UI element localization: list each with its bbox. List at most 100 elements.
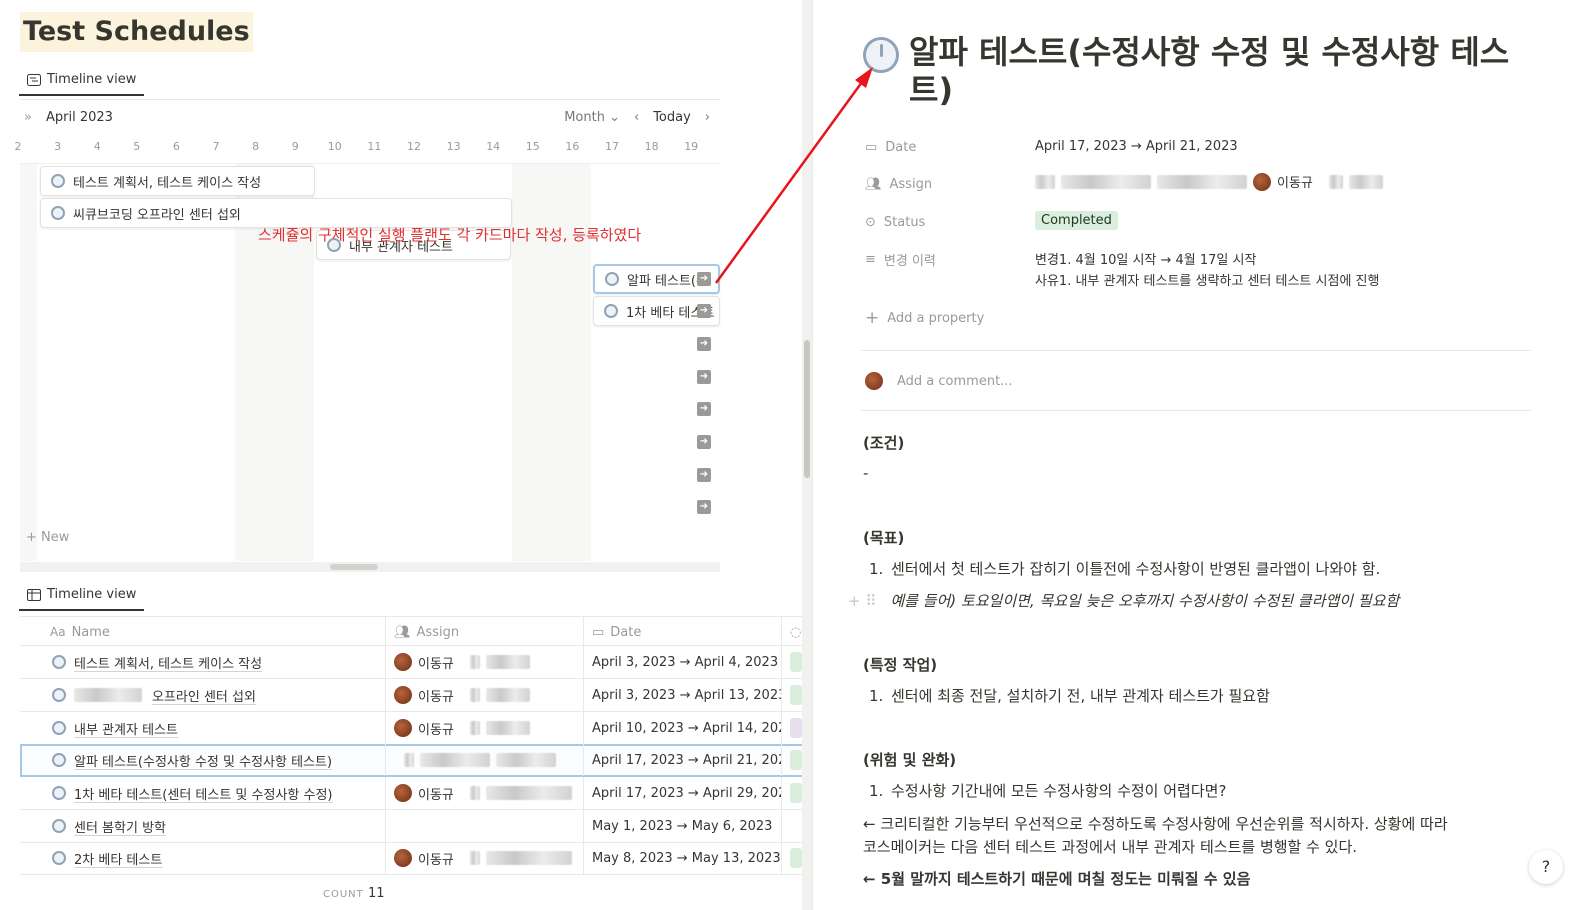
property-status-value[interactable]: Completed [1035,211,1118,230]
row-assign-cell[interactable]: 이동규 [386,679,584,711]
list-item[interactable]: 1. 센터에 최종 전달, 설치하기 전, 내부 관계자 테스트가 필요함 [869,685,1270,706]
add-property-button[interactable]: + Add a property [865,306,984,330]
row-assign-cell[interactable]: 이동규 [386,777,584,809]
row-assign-cell[interactable] [386,744,584,776]
paragraph[interactable]: ← 크리티컬한 기능부터 우선적으로 수정하도록 수정사항에 우선순위를 적시하… [863,813,1448,834]
day-label: 3 [54,140,62,153]
timeline-day-header: 2 3 4 5 6 7 8 9 10 11 12 13 14 15 16 17 18 19 [15,138,720,158]
comment-input[interactable]: Add a comment... [865,372,1013,390]
tab-label: Timeline view [47,587,137,602]
table-row[interactable]: 2차 베타 테스트 이동규 May 8, 2023 → May 13, 2023 [20,842,810,875]
column-date[interactable]: ▭ Date [584,617,782,647]
avatar [1253,172,1271,191]
property-history-value[interactable]: 변경1. 4월 10일 시작 → 4월 17일 시작 사유1. 내부 관계자 테… [1035,250,1379,292]
row-date-cell[interactable]: April 17, 2023 → April 21, 2023 [584,744,782,776]
tab-timeline-view-table[interactable]: Timeline view [19,587,145,611]
section-heading: (특정 작업) [863,656,938,674]
scale-dropdown[interactable]: Month ⌄ [564,110,620,125]
column-assign[interactable]: 👥︎ Assign [386,617,584,647]
today-button[interactable]: Today [653,110,691,125]
list-item-example[interactable]: + ⠿ 예를 들어) 토요일이면, 목요일 늦은 오후까지 수정사항이 수정된 클… [848,590,1399,611]
property-history-label[interactable]: ≡ 변경 이력 [865,247,936,271]
table-row[interactable]: 오프라인 센터 섭외 이동규 April 3, 2023 → April 13, 2… [20,679,810,712]
row-name-text: 오프라인 센터 섭외 [152,689,256,705]
table-header: Aa Name 👥︎ Assign ▭ Date ◌ [20,616,810,647]
paragraph-bold[interactable]: ← 5월 말까지 테스트하기 때문에 며칠 정도는 미뤄질 수 있음 [863,868,1250,889]
row-name-cell[interactable]: 센터 봄학기 방학 [20,810,386,842]
status-badge [790,750,802,770]
property-status-label[interactable]: ⊙ Status [865,210,925,234]
row-date-cell[interactable]: May 1, 2023 → May 6, 2023 [584,810,782,842]
row-assign-cell[interactable]: 이동규 [386,842,584,874]
page-title-editable[interactable]: 알파 테스트(수정사항 수정 및 수정사항 테스트) [909,33,1529,109]
page-clock-icon[interactable] [863,37,899,73]
assignee-name: 이동규 [418,722,454,738]
property-date-label[interactable]: ▭ Date [865,135,916,159]
offscreen-arrow-icon[interactable]: ➜ [697,468,711,482]
row-assign-cell[interactable]: 이동규 [386,646,584,678]
timeline-toolbar: » April 2023 Month ⌄ ‹ Today › [20,106,720,132]
offscreen-arrow-icon[interactable]: ➜ [697,337,711,351]
column-name[interactable]: Aa Name [20,617,386,647]
open-card-icon[interactable]: ➜ [697,272,711,286]
assignee-name: 이동규 [418,656,454,672]
row-name-cell[interactable]: 내부 관계자 테스트 [20,712,386,744]
row-assign-cell[interactable]: 이동규 [386,712,584,744]
offscreen-arrow-icon[interactable]: ➜ [697,500,711,514]
vertical-scrollbar[interactable] [802,0,812,910]
drag-handle-icon[interactable]: + ⠿ [848,592,876,610]
open-card-icon[interactable]: ➜ [697,304,711,318]
prev-arrow-icon[interactable]: ‹ [634,110,639,125]
annotation-text: 스케쥴의 구체적인 실행 플랜도 각 카드마다 작성, 등록하였다 [258,226,642,244]
horizontal-scrollbar[interactable] [20,562,720,572]
expand-icon[interactable]: » [24,110,32,125]
row-name-cell[interactable]: 오프라인 센터 섭외 [20,679,386,711]
row-name-cell[interactable]: 테스트 계획서, 테스트 케이스 작성 [20,646,386,678]
row-date-cell[interactable]: April 17, 2023 → April 29, 2023 [584,777,782,809]
offscreen-arrow-icon[interactable]: ➜ [697,370,711,384]
row-date-cell[interactable]: April 10, 2023 → April 14, 2023 [584,712,782,744]
row-name-cell[interactable]: 알파 테스트(수정사항 수정 및 수정사항 테스트) [20,744,386,776]
page-title: Test Schedules [20,12,253,52]
row-assign-cell[interactable] [386,810,584,842]
calendar-icon: ▭ [865,139,878,155]
table-row[interactable]: 센터 봄학기 방학 May 1, 2023 → May 6, 2023 [20,810,810,843]
offscreen-arrow-icon[interactable]: ➜ [697,435,711,449]
list-item[interactable]: 1. 수정사항 기간내에 모든 수정사항의 수정이 어렵다면? [869,780,1226,801]
row-name-text: 센터 봄학기 방학 [74,820,166,836]
timeline-card[interactable]: 테스트 계획서, 테스트 케이스 작성 [40,166,315,196]
row-date-cell[interactable]: April 3, 2023 → April 4, 2023 [584,646,782,678]
help-button[interactable]: ? [1529,850,1563,884]
status-icon: ⊙ [865,214,876,230]
row-name-cell[interactable]: 1차 베타 테스트(센터 테스트 및 수정사항 수정) [20,777,386,809]
row-date-cell[interactable]: May 8, 2023 → May 13, 2023 [584,842,782,874]
paragraph[interactable]: - [863,464,868,482]
table-row[interactable]: 내부 관계자 테스트 이동규 April 10, 2023 → April 14, … [20,712,810,745]
row-date-cell[interactable]: April 3, 2023 → April 13, 2023 [584,679,782,711]
section-heading: (위험 및 완화) [863,751,957,769]
card-label: 알파 테스트(수 [627,273,708,289]
database-page: Test Schedules Timeline view » April 202… [0,0,812,910]
clock-icon [51,174,65,188]
table-row[interactable]: 1차 베타 테스트(센터 테스트 및 수정사항 수정) 이동규 April 17, … [20,777,810,810]
clock-icon [52,786,66,800]
offscreen-arrow-icon[interactable]: ➜ [697,402,711,416]
new-item-button[interactable]: + New [26,530,69,545]
property-date-value[interactable]: April 17, 2023 → April 21, 2023 [1035,139,1238,154]
row-name-cell[interactable]: 2차 베타 테스트 [20,842,386,874]
list-item[interactable]: 1. 센터에서 첫 테스트가 잡히기 이틀전에 수정사항이 반영된 클라앱이 나와… [869,558,1380,579]
status-badge [790,652,802,672]
page-peek: 알파 테스트(수정사항 수정 및 수정사항 테스트) ▭ Date April 1… [812,0,1583,910]
property-assign-label[interactable]: 👥︎ Assign [865,172,932,196]
property-assign-value[interactable]: 이동규 [1035,172,1383,191]
day-label: 12 [407,140,421,153]
table-row[interactable]: 알파 테스트(수정사항 수정 및 수정사항 테스트) April 17, 2023… [20,744,810,777]
assignee-name: 이동규 [418,787,454,803]
table-icon [27,588,41,601]
status-badge [790,685,802,705]
row-name-text: 1차 베타 테스트(센터 테스트 및 수정사항 수정) [74,787,333,803]
table-row[interactable]: 테스트 계획서, 테스트 케이스 작성 이동규 April 3, 2023 → Ap… [20,646,810,679]
next-arrow-icon[interactable]: › [705,110,710,125]
paragraph[interactable]: 코스메이커는 다음 센터 테스트 과정에서 내부 관계자 테스트를 병행할 수 … [863,836,1357,857]
tab-timeline-view-top[interactable]: Timeline view [19,72,145,96]
